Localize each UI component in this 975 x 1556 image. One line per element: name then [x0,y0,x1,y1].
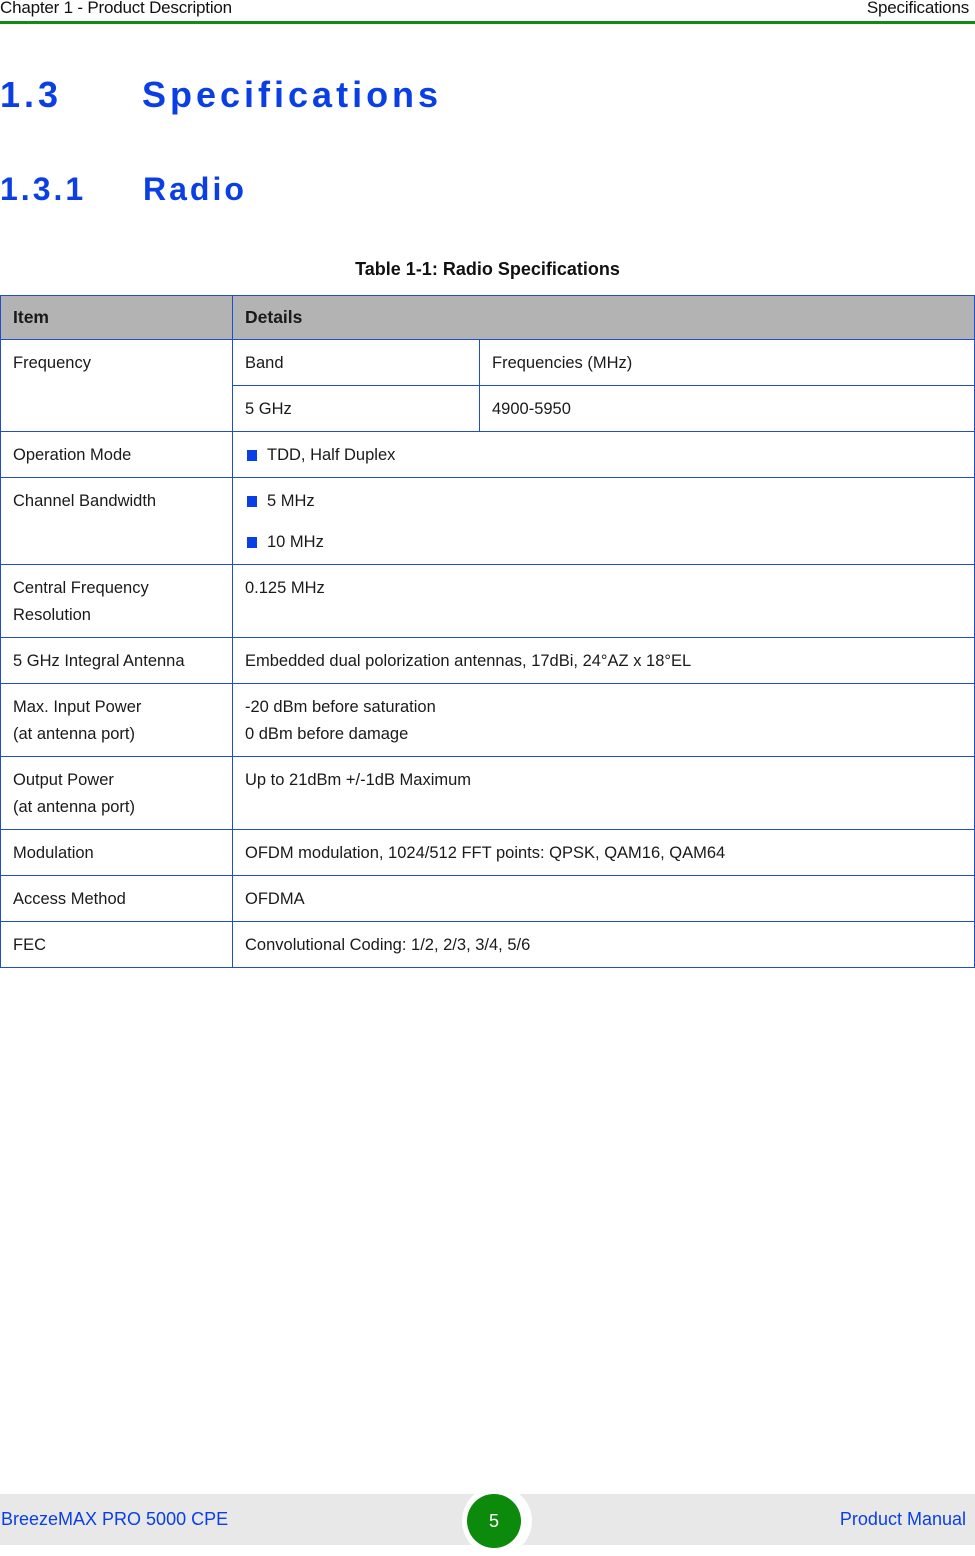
subheader-band: Band [232,339,480,386]
page-number-badge: 5 [467,1494,521,1548]
table-row: Frequency Band Frequencies (MHz) [0,339,975,432]
item-cell: Output Power (at antenna port) [0,756,233,830]
bullet-item: TDD, Half Duplex [245,442,962,469]
item-cell: Max. Input Power (at antenna port) [0,683,233,757]
item-cell: Central Frequency Resolution [0,564,233,638]
page-header: Chapter 1 - Product Description Specific… [0,0,975,24]
section-title: Specifications [866,0,969,17]
details-cell: Convolutional Coding: 1/2, 2/3, 3/4, 5/6 [232,921,975,968]
item-line: Max. Input Power [13,698,142,716]
table-caption: Table 1-1: Radio Specifications [355,259,620,279]
table-row: FEC Convolutional Coding: 1/2, 2/3, 3/4,… [0,921,975,968]
table-row: Access Method OFDMA [0,875,975,922]
item-cell: Access Method [0,875,233,922]
details-cell: TDD, Half Duplex [232,431,975,478]
item-cell: Frequency [0,339,233,432]
details-cell: 0.125 MHz [232,564,975,638]
square-bullet-icon [247,496,257,507]
details-cell: -20 dBm before saturation 0 dBm before d… [232,683,975,757]
table-row: 5 GHz Integral Antenna Embedded dual pol… [0,637,975,684]
bullet-text: TDD, Half Duplex [267,446,396,464]
square-bullet-icon [247,450,257,461]
bullet-text: 10 MHz [267,533,324,551]
section-number: 1.3 [0,74,63,115]
document-type: Product Manual [839,1509,966,1529]
item-line: Output Power [13,771,114,789]
table-row: Channel Bandwidth 5 MHz 10 MHz [0,477,975,565]
frequency-range-value: 4900-5950 [479,385,975,432]
subheader-frequencies: Frequencies (MHz) [479,339,975,386]
item-cell: FEC [0,921,233,968]
table-row: Operation Mode TDD, Half Duplex [0,431,975,478]
item-line: (at antenna port) [13,725,135,743]
item-cell: Modulation [0,829,233,876]
table-row: Max. Input Power (at antenna port) -20 d… [0,683,975,757]
radio-specifications-table: Item Details Frequency Band Frequencies … [0,295,975,968]
item-cell: Channel Bandwidth [0,477,233,565]
chapter-title: Chapter 1 - Product Description [0,0,232,17]
item-cell: Operation Mode [0,431,233,478]
details-cell: 5 MHz 10 MHz [232,477,975,565]
table-header-row: Item Details [0,295,975,340]
page-footer: BreezeMAX PRO 5000 CPE 5 Product Manual [0,1486,975,1556]
product-name: BreezeMAX PRO 5000 CPE [1,1509,229,1529]
column-header-details: Details [232,295,975,340]
column-header-item: Item [0,295,233,340]
details-cell: OFDMA [232,875,975,922]
details-cell: Up to 21dBm +/-1dB Maximum [232,756,975,830]
table-row: Output Power (at antenna port) Up to 21d… [0,756,975,830]
table-row: Modulation OFDM modulation, 1024/512 FFT… [0,829,975,876]
bullet-item: 5 MHz [245,488,962,515]
section-heading-text: Specifications [142,74,443,115]
subsection-heading-text: Radio [143,171,247,207]
detail-line: 0 dBm before damage [245,725,409,743]
section-heading: 1.3 Specifications [0,74,442,116]
item-cell: 5 GHz Integral Antenna [0,637,233,684]
table-row: Central Frequency Resolution 0.125 MHz [0,564,975,638]
subsection-number: 1.3.1 [0,171,87,207]
details-cell: OFDM modulation, 1024/512 FFT points: QP… [232,829,975,876]
item-line: (at antenna port) [13,798,135,816]
bullet-item: 10 MHz [245,529,962,556]
detail-line: -20 dBm before saturation [245,698,436,716]
details-cell: Embedded dual polorization antennas, 17d… [232,637,975,684]
bullet-text: 5 MHz [267,492,315,510]
band-value: 5 GHz [232,385,480,432]
square-bullet-icon [247,537,257,548]
subsection-heading: 1.3.1 Radio [0,171,247,208]
